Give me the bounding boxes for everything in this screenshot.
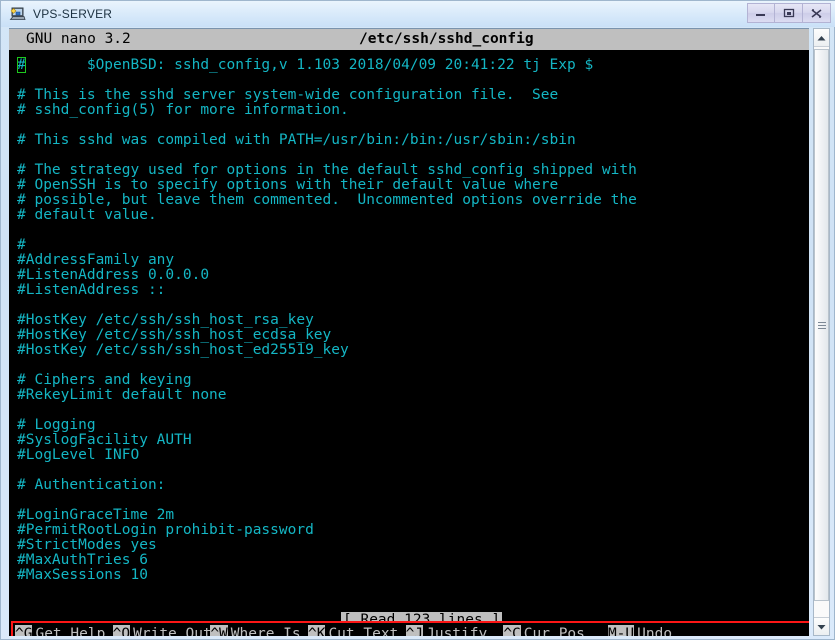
shortcut-label: Cur Pos xyxy=(523,626,585,636)
editor-line: #HostKey /etc/ssh/ssh_host_ecdsa_key xyxy=(17,327,332,343)
text-cursor: # xyxy=(17,57,26,73)
close-icon xyxy=(811,8,822,18)
editor-line: # The strategy used for options in the d… xyxy=(17,162,637,178)
remote-desktop-icon xyxy=(9,7,26,20)
scrollbar-grip-icon xyxy=(817,321,826,329)
scroll-up-button[interactable] xyxy=(814,29,829,47)
shortcut-undo[interactable]: M-U Undo xyxy=(607,625,673,636)
remote-desktop-window: VPS-SERVER GNU nano 3.2 /etc/ssh/sshd_co… xyxy=(0,0,835,640)
scrollbar-thumb[interactable] xyxy=(814,49,829,601)
editor-line: # possible, but leave them commented. Un… xyxy=(17,192,637,208)
editor-line: # Authentication: xyxy=(17,477,166,493)
restore-icon xyxy=(783,8,794,18)
nano-editor-text[interactable]: # $OpenBSD: sshd_config,v 1.103 2018/04/… xyxy=(9,50,809,615)
shortcut-key: ^O xyxy=(112,625,131,636)
editor-line: #MaxSessions 10 xyxy=(17,567,148,583)
close-button[interactable] xyxy=(803,3,831,23)
editor-line: # OpenSSH is to specify options with the… xyxy=(17,177,559,193)
window-controls xyxy=(747,3,831,24)
shortcut-label: Where Is xyxy=(230,626,301,636)
editor-line: # Logging xyxy=(17,417,96,433)
shortcut-key: ^W xyxy=(210,625,228,636)
shortcut-write-out[interactable]: ^O Write Out xyxy=(112,625,212,636)
editor-line: #MaxAuthTries 6 xyxy=(17,552,148,568)
editor-line: # $OpenBSD: sshd_config,v 1.103 2018/04/… xyxy=(17,57,594,73)
editor-line: #HostKey /etc/ssh/ssh_host_rsa_key xyxy=(17,312,314,328)
editor-line: #ListenAddress 0.0.0.0 xyxy=(17,267,210,283)
shortcut-label: Justify xyxy=(426,626,488,636)
shortcut-cur-pos[interactable]: ^C Cur Pos xyxy=(503,625,585,636)
editor-line: # Ciphers and keying xyxy=(17,372,192,388)
editor-line: # This is the sshd server system-wide co… xyxy=(17,87,559,103)
minimize-button[interactable] xyxy=(747,3,775,23)
scroll-up-arrow-icon xyxy=(817,35,826,40)
window-title: VPS-SERVER xyxy=(33,7,113,21)
shortcut-label: Write Out xyxy=(133,626,212,636)
scrollbar-track[interactable] xyxy=(814,47,829,617)
nano-shortcut-bar-highlight: ^G Get Help ^O Write Out ^W Where Is ^K Cut Tex… xyxy=(11,621,809,636)
shortcut-get-help[interactable]: ^G Get Help xyxy=(15,625,105,636)
shortcut-label: Undo xyxy=(637,626,673,636)
editor-line: #LogLevel INFO xyxy=(17,447,140,463)
editor-line: # This sshd was compiled with PATH=/usr/… xyxy=(17,132,576,148)
shortcut-label: Cut Text xyxy=(328,626,399,636)
shortcut-justify[interactable]: ^J Justify xyxy=(405,625,488,636)
terminal-viewport[interactable]: GNU nano 3.2 /etc/ssh/sshd_config # $Ope… xyxy=(9,28,809,636)
shortcut-key: ^C xyxy=(503,625,521,636)
scroll-down-button[interactable] xyxy=(814,617,829,635)
minimize-icon xyxy=(756,14,765,16)
shortcut-key: ^G xyxy=(15,625,33,636)
editor-line: # sshd_config(5) for more information. xyxy=(17,102,349,118)
nano-shortcut-bar[interactable]: ^G Get Help ^O Write Out ^W Where Is ^K Cut Tex… xyxy=(15,625,809,636)
scroll-down-arrow-icon xyxy=(817,624,826,629)
vertical-scrollbar[interactable] xyxy=(813,28,830,636)
shortcut-key: ^K xyxy=(307,625,326,636)
nano-titlebar: GNU nano 3.2 /etc/ssh/sshd_config xyxy=(9,29,809,50)
editor-line: #PermitRootLogin prohibit-password xyxy=(17,522,314,538)
nano-filename-label: /etc/ssh/sshd_config xyxy=(359,31,534,47)
editor-line: # default value. xyxy=(17,207,157,223)
window-titlebar[interactable]: VPS-SERVER xyxy=(1,1,835,27)
editor-line: #StrictModes yes xyxy=(17,537,157,553)
shortcut-key: M-U xyxy=(607,625,635,636)
editor-line: #RekeyLimit default none xyxy=(17,387,227,403)
editor-line: #SyslogFacility AUTH xyxy=(17,432,192,448)
editor-line: # xyxy=(17,237,26,253)
editor-line: #ListenAddress :: xyxy=(17,282,166,298)
shortcut-cut-text[interactable]: ^K Cut Text xyxy=(307,625,399,636)
shortcut-where-is[interactable]: ^W Where Is xyxy=(210,625,301,636)
editor-line: #LoginGraceTime 2m xyxy=(17,507,175,523)
titlebar-left-group: VPS-SERVER xyxy=(9,4,112,24)
nano-version-label: GNU nano 3.2 xyxy=(26,31,131,47)
shortcut-row-primary: ^G Get Help ^O Write Out ^W Where Is ^K Cut Tex… xyxy=(15,625,809,636)
shortcut-label: Get Help xyxy=(35,626,106,636)
editor-line: #AddressFamily any xyxy=(17,252,175,268)
shortcut-key: ^J xyxy=(405,625,424,636)
editor-line: #HostKey /etc/ssh/ssh_host_ed25519_key xyxy=(17,342,349,358)
restore-button[interactable] xyxy=(775,3,803,23)
